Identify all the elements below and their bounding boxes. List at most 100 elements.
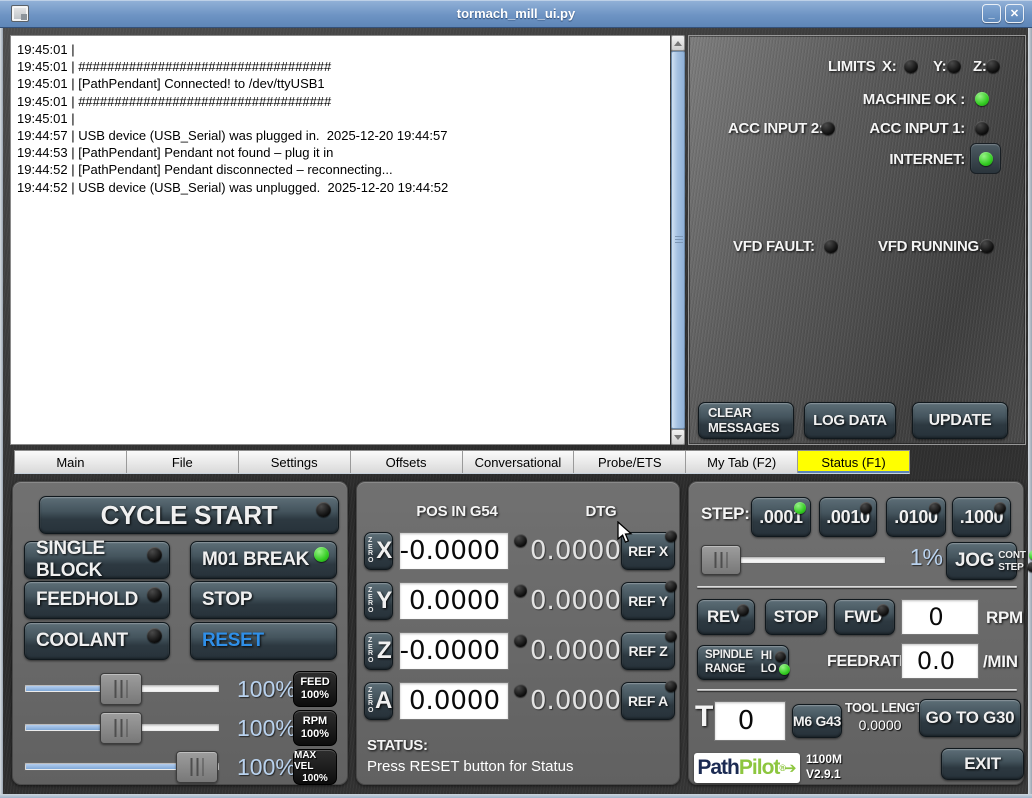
ref-y-button[interactable]: REF Y xyxy=(621,582,675,620)
ref-z-button[interactable]: REF Z xyxy=(621,632,675,670)
scroll-up-icon[interactable] xyxy=(671,35,685,51)
maxvel-override-handle[interactable] xyxy=(176,751,218,783)
tab-settings[interactable]: Settings xyxy=(239,451,351,473)
feedrate-field[interactable]: 0.0 xyxy=(901,643,979,679)
spindle-rev-button[interactable]: REV xyxy=(697,599,755,635)
tab-probe-ets[interactable]: Probe/ETS xyxy=(574,451,686,473)
spindle-stop-button[interactable]: STOP xyxy=(765,599,827,635)
tab-status-f1[interactable]: Status (F1) xyxy=(798,451,909,473)
feedhold-button[interactable]: FEEDHOLD xyxy=(24,581,170,619)
zero-word: ZERO xyxy=(368,638,376,664)
rpm-chip-line2: 100% xyxy=(301,728,329,741)
log-line: 19:45:01 | #############################… xyxy=(17,93,664,110)
cycle-start-led-wrap xyxy=(316,502,331,517)
jog-cont-label: CONT xyxy=(998,550,1026,561)
step-0100-button[interactable]: .0100 xyxy=(886,497,946,537)
zero-word: ZERO xyxy=(368,588,375,614)
rpm-field[interactable]: 0 xyxy=(901,599,979,635)
range-hi-label: HI xyxy=(761,650,772,662)
pathpilot-logo: PathPilot®➔ xyxy=(694,753,800,783)
range-hi-led xyxy=(775,651,786,662)
pos-x-led xyxy=(514,534,527,547)
version-label: V2.9.1 xyxy=(806,767,842,782)
tab-file[interactable]: File xyxy=(127,451,239,473)
reset-button[interactable]: RESET xyxy=(190,622,337,660)
m01-break-button[interactable]: M01 BREAK xyxy=(190,541,337,579)
ref-a-button[interactable]: REF A xyxy=(621,682,675,720)
pos-z-field[interactable]: -0.0000 xyxy=(399,632,509,670)
limit-y-led xyxy=(947,59,961,73)
stop-button[interactable]: STOP xyxy=(190,581,337,619)
spindle-fwd-button[interactable]: FWD xyxy=(834,599,895,635)
pos-a-led xyxy=(514,684,527,697)
cycle-start-led xyxy=(316,502,331,517)
dtg-y-value: 0.0000 xyxy=(527,586,621,616)
rpm-override-handle[interactable] xyxy=(100,712,142,744)
stop-label: STOP xyxy=(202,589,252,611)
step-0001-led xyxy=(794,502,806,514)
vfd-running-led xyxy=(980,239,994,253)
spindle-range-button[interactable]: SPINDLE RANGE HI LO xyxy=(697,645,789,680)
single-block-button[interactable]: SINGLE BLOCK xyxy=(24,541,170,579)
scrollbar-thumb[interactable] xyxy=(671,51,685,429)
jog-speed-value: 1% xyxy=(907,544,943,571)
step-1000-button[interactable]: .1000 xyxy=(952,497,1011,537)
rpm-override-value: 100% xyxy=(237,715,296,742)
zero-z-button[interactable]: ZERO Z xyxy=(364,632,393,670)
limits-label: LIMITS xyxy=(828,58,875,75)
separator xyxy=(697,689,1017,691)
titlebar[interactable]: tormach_mill_ui.py _ ✕ xyxy=(0,0,1032,28)
per-min-label: /MIN xyxy=(983,652,1018,672)
log-scrollbar[interactable] xyxy=(671,35,685,445)
log-data-button[interactable]: LOG DATA xyxy=(804,402,896,439)
go-to-g30-button[interactable]: GO TO G30 xyxy=(919,699,1021,737)
zero-a-button[interactable]: ZERO A xyxy=(364,682,393,720)
minimize-button[interactable]: _ xyxy=(982,4,1001,23)
tab-main[interactable]: Main xyxy=(15,451,127,473)
pos-a-field[interactable]: 0.0000 xyxy=(399,682,509,720)
scroll-down-icon[interactable] xyxy=(671,429,685,445)
log-line: 19:44:53 | [PathPendant] Pendant not fou… xyxy=(17,144,664,161)
tool-number-field[interactable]: 0 xyxy=(714,701,786,741)
tab-conversational[interactable]: Conversational xyxy=(463,451,575,473)
tab-offsets[interactable]: Offsets xyxy=(351,451,463,473)
limit-x-label: X: xyxy=(882,58,896,75)
internet-led-button[interactable] xyxy=(970,143,1001,174)
model-version: 1100M V2.9.1 xyxy=(806,752,842,782)
clear-messages-button[interactable]: CLEAR MESSAGES xyxy=(698,402,794,439)
feed-override-handle[interactable] xyxy=(100,673,142,705)
fwd-led xyxy=(877,604,889,616)
coolant-button[interactable]: COOLANT xyxy=(24,622,170,660)
axis-letter-a: A xyxy=(375,687,392,715)
status-label: STATUS: xyxy=(367,737,428,754)
zero-y-button[interactable]: ZERO Y xyxy=(364,582,393,620)
m6-g43-button[interactable]: M6 G43 xyxy=(792,704,842,738)
step-0001-button[interactable]: .0001 xyxy=(751,497,811,537)
close-button[interactable]: ✕ xyxy=(1005,4,1024,23)
cycle-start-button[interactable]: CYCLE START xyxy=(39,496,339,534)
m01-break-label: M01 BREAK xyxy=(202,549,309,571)
jog-speed-handle[interactable] xyxy=(701,545,741,575)
zero-word: ZERO xyxy=(368,538,375,564)
range-lo-label: LO xyxy=(761,663,777,675)
zero-x-button[interactable]: ZERO X xyxy=(364,532,393,570)
tab-my-tab-f2[interactable]: My Tab (F2) xyxy=(686,451,798,473)
status-panel: LIMITS X: Y: Z: MACHINE OK : ACC INPUT 2… xyxy=(688,35,1026,445)
internet-label: INTERNET: xyxy=(889,151,965,168)
rpm-100-button[interactable]: RPM 100% xyxy=(293,710,337,746)
feed-chip-line1: FEED xyxy=(300,676,329,689)
pos-x-field[interactable]: -0.0000 xyxy=(399,532,509,570)
ref-x-label: REF X xyxy=(628,543,668,559)
log-line: 19:44:52 | USB device (USB_Serial) was u… xyxy=(17,179,664,196)
feed-100-button[interactable]: FEED 100% xyxy=(293,671,337,707)
exit-button[interactable]: EXIT xyxy=(941,748,1024,780)
pos-y-field[interactable]: 0.0000 xyxy=(399,582,509,620)
jog-cont-step-button[interactable]: JOG CONT STEP xyxy=(946,542,1017,580)
axis-letter-x: X xyxy=(376,537,392,565)
maxvel-100-button[interactable]: MAX VEL 100% xyxy=(293,749,337,785)
ref-y-label: REF Y xyxy=(628,593,667,609)
jog-spindle-panel: STEP: .0001 .0010 .0100 .1000 1% JOG CON… xyxy=(688,481,1024,785)
update-button[interactable]: UPDATE xyxy=(912,402,1008,439)
feed-chip-line2: 100% xyxy=(301,689,329,702)
step-0010-button[interactable]: .0010 xyxy=(819,497,877,537)
